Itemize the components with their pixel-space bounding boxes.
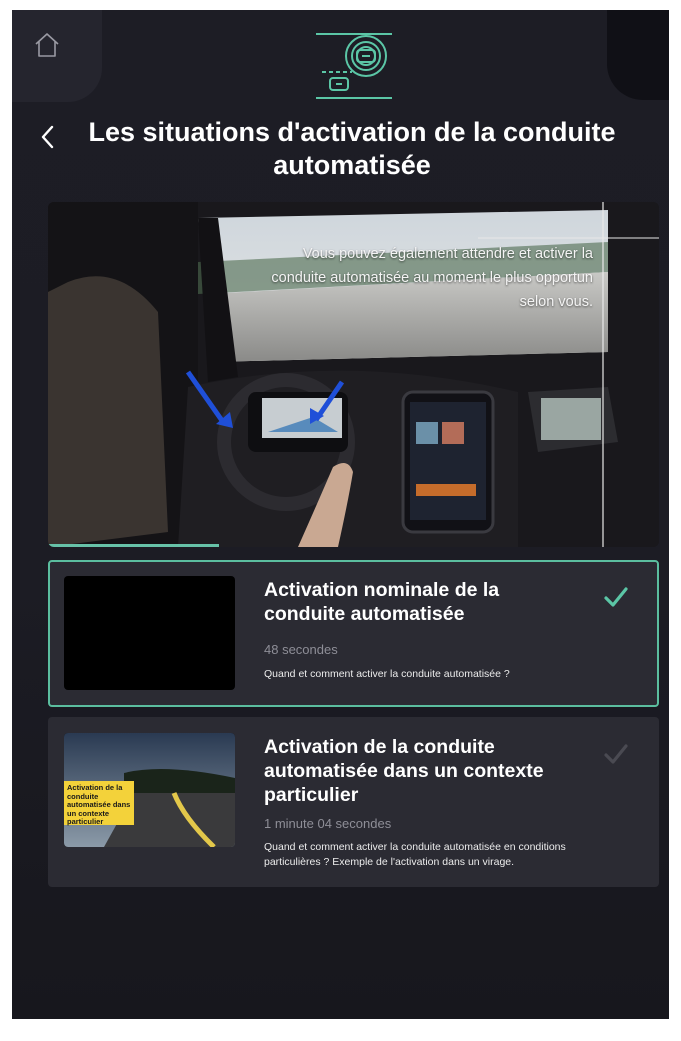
lesson-thumbnail	[64, 576, 235, 690]
page-title: Les situations d'activation de la condui…	[88, 117, 616, 180]
video-progress-track[interactable]	[48, 544, 659, 547]
video-player[interactable]: Vous pouvez également attendre et active…	[48, 202, 659, 547]
autonomous-car-logo-icon	[316, 33, 392, 99]
decorative-corner	[607, 10, 669, 100]
lesson-description: Quand et comment activer la conduite aut…	[264, 841, 566, 868]
lesson-title: Activation nominale de la conduite autom…	[264, 579, 500, 625]
lesson-card-1[interactable]: Activation nominale de la conduite autom…	[48, 560, 659, 707]
video-progress-fill	[48, 544, 220, 547]
lesson-duration: 48 secondes	[264, 642, 338, 657]
home-icon[interactable]	[32, 30, 62, 60]
lesson-thumbnail: Activation de la conduite automatisée da…	[64, 733, 235, 847]
thumbnail-label: Activation de la conduite automatisée da…	[64, 781, 134, 826]
lesson-duration: 1 minute 04 secondes	[264, 816, 392, 831]
app-screen: Les situations d'activation de la condui…	[12, 10, 669, 1019]
check-icon	[604, 587, 628, 607]
lesson-card-2[interactable]: Activation de la conduite automatisée da…	[48, 717, 659, 887]
chevron-left-icon[interactable]	[36, 120, 60, 154]
lesson-description: Quand et comment activer la conduite aut…	[264, 668, 510, 680]
check-icon	[604, 744, 628, 764]
video-caption: Vous pouvez également attendre et active…	[271, 246, 593, 310]
lesson-title: Activation de la conduite automatisée da…	[264, 736, 544, 806]
